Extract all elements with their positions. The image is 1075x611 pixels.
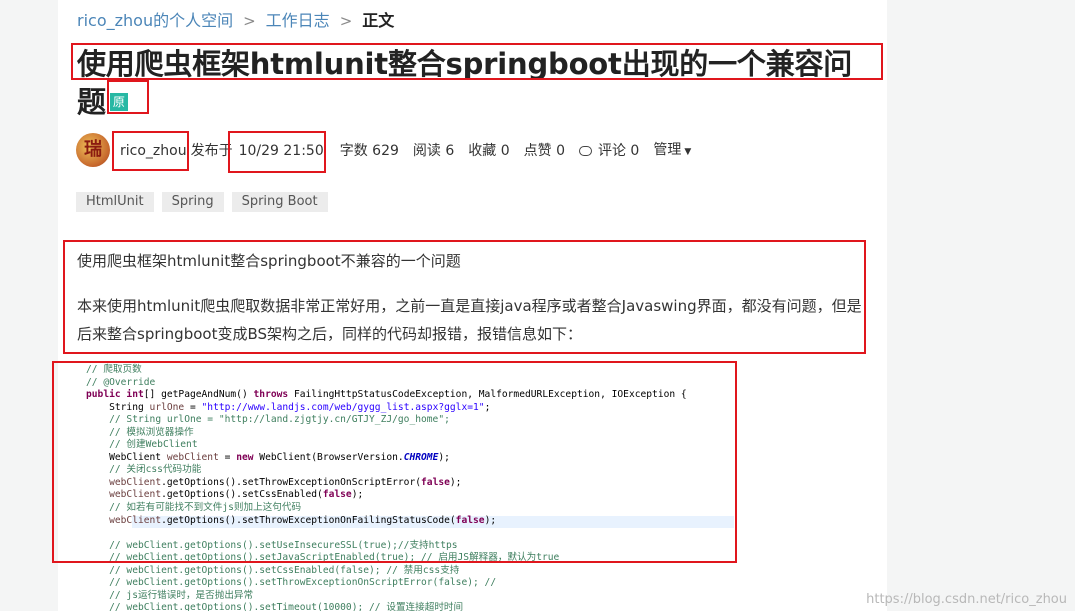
breadcrumb: rico_zhou的个人空间 > 工作日志 > 正文: [77, 10, 394, 32]
comment-icon: [578, 146, 592, 156]
original-badge: 原: [109, 93, 128, 111]
article-paragraph-1: 使用爬虫框架htmlunit整合springboot不兼容的一个问题: [77, 252, 461, 270]
breadcrumb-separator-icon: >: [243, 12, 256, 30]
title-text: 使用爬虫框架htmlunit整合springboot出现的一个兼容问题: [77, 47, 853, 119]
breadcrumb-separator-icon: >: [339, 12, 353, 30]
read-count: 阅读 6: [412, 143, 455, 159]
author-link[interactable]: rico_zhou: [120, 141, 187, 161]
article-paragraph-2: 本来使用htmlunit爬虫爬取数据非常正常好用，之前一直是直接java程序或者…: [77, 297, 862, 343]
avatar[interactable]: 瑞: [76, 133, 110, 167]
manage-label: 管理: [653, 142, 682, 158]
breadcrumb-space-link[interactable]: rico_zhou的个人空间: [77, 10, 233, 32]
watermark: https://blog.csdn.net/rico_zhou: [866, 592, 1067, 607]
article-meta: rico_zhou 发布于 10/29 21:50 字数 629 阅读 6 收藏…: [120, 140, 691, 162]
word-count: 字数 629: [339, 143, 399, 159]
favorite-count[interactable]: 收藏 0: [468, 141, 509, 161]
published-label: 发布于: [190, 143, 233, 159]
comment-count[interactable]: 评论 0: [598, 141, 639, 161]
published-time: 10/29 21:50: [238, 143, 324, 159]
tag-htmlunit[interactable]: HtmlUnit: [76, 192, 154, 212]
breadcrumb-section-link[interactable]: 工作日志: [266, 10, 330, 32]
tag-spring-boot[interactable]: Spring Boot: [231, 192, 328, 212]
breadcrumb-current: 正文: [362, 11, 395, 30]
like-count[interactable]: 点赞 0: [524, 141, 565, 161]
code-screenshot: // 爬取页数 // @Override public int[] getPag…: [56, 362, 734, 611]
caret-down-icon: ▼: [684, 147, 692, 157]
code-image-content: // 爬取页数 // @Override public int[] getPag…: [86, 364, 687, 611]
manage-menu[interactable]: 管理 ▼: [653, 140, 691, 162]
tag-list: HtmlUnit Spring Spring Boot: [76, 192, 328, 212]
page-title: 使用爬虫框架htmlunit整合springboot出现的一个兼容问题原: [77, 45, 877, 121]
tag-spring[interactable]: Spring: [161, 192, 224, 212]
